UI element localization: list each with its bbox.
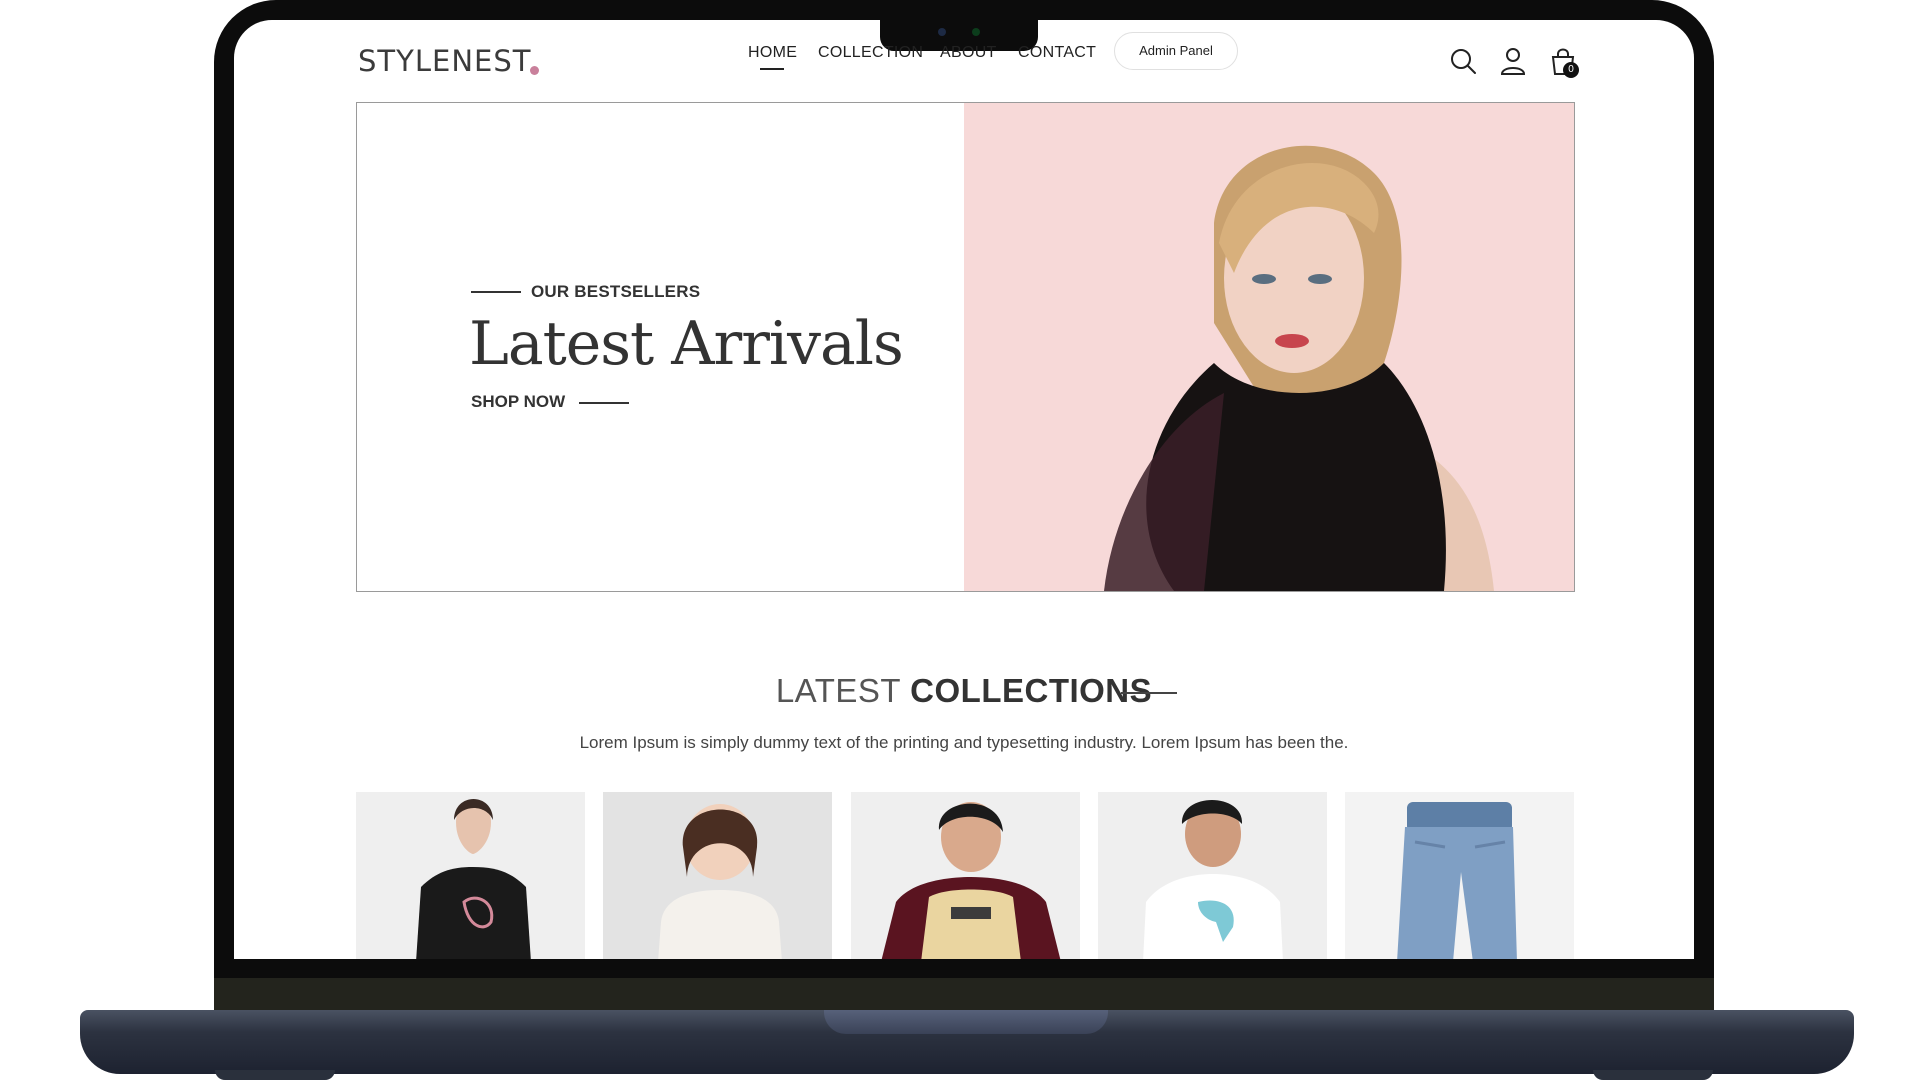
product-card[interactable] [1098,792,1327,959]
laptop-opening-notch [824,1010,1108,1034]
hero-tag-line [471,291,521,293]
product-card[interactable] [356,792,585,959]
admin-panel-button[interactable]: Admin Panel [1114,32,1238,70]
nav-home[interactable]: HOME [748,44,797,62]
product-image [1397,802,1517,959]
user-icon[interactable] [1498,46,1528,76]
hero-title: Latest Arrivals [469,309,904,379]
product-image [1143,800,1283,959]
nav-contact[interactable]: CONTACT [1018,44,1096,62]
product-image [881,802,1061,959]
nav-collection[interactable]: COLLECTION [818,44,923,62]
product-image [416,799,531,959]
product-card[interactable] [851,792,1080,959]
product-image [658,804,782,959]
shop-now-link[interactable]: SHOP NOW [471,392,565,412]
site-logo[interactable]: STYLENEST [358,44,531,78]
laptop-hinge [214,978,1714,1012]
cart-count-badge: 0 [1563,62,1579,78]
laptop-foot-left [215,1070,335,1080]
product-card[interactable] [603,792,832,959]
hero-tagline: OUR BESTSELLERS [531,282,701,301]
hero-model-image [964,103,1574,591]
laptop-screen: STYLENEST HOME COLLECTION ABOUT CONTACT … [234,20,1694,959]
collections-heading-line [1121,692,1177,694]
collections-heading: LATEST COLLECTIONS [234,672,1694,710]
collections-heading-bold: COLLECTIONS [910,672,1153,709]
search-icon[interactable] [1448,46,1478,76]
camera-lens [938,28,946,36]
hero-cta-line [579,402,629,404]
logo-dot [530,66,539,75]
hero-banner: OUR BESTSELLERS Latest Arrivals SHOP NOW [356,102,1575,592]
product-card[interactable] [1345,792,1574,959]
collections-heading-light: LATEST [775,672,901,709]
laptop-foot-right [1593,1070,1713,1080]
nav-active-indicator [760,68,784,70]
collections-subtitle: Lorem Ipsum is simply dummy text of the … [579,733,1349,752]
camera-indicator [972,28,980,36]
nav-about[interactable]: ABOUT [940,44,997,62]
